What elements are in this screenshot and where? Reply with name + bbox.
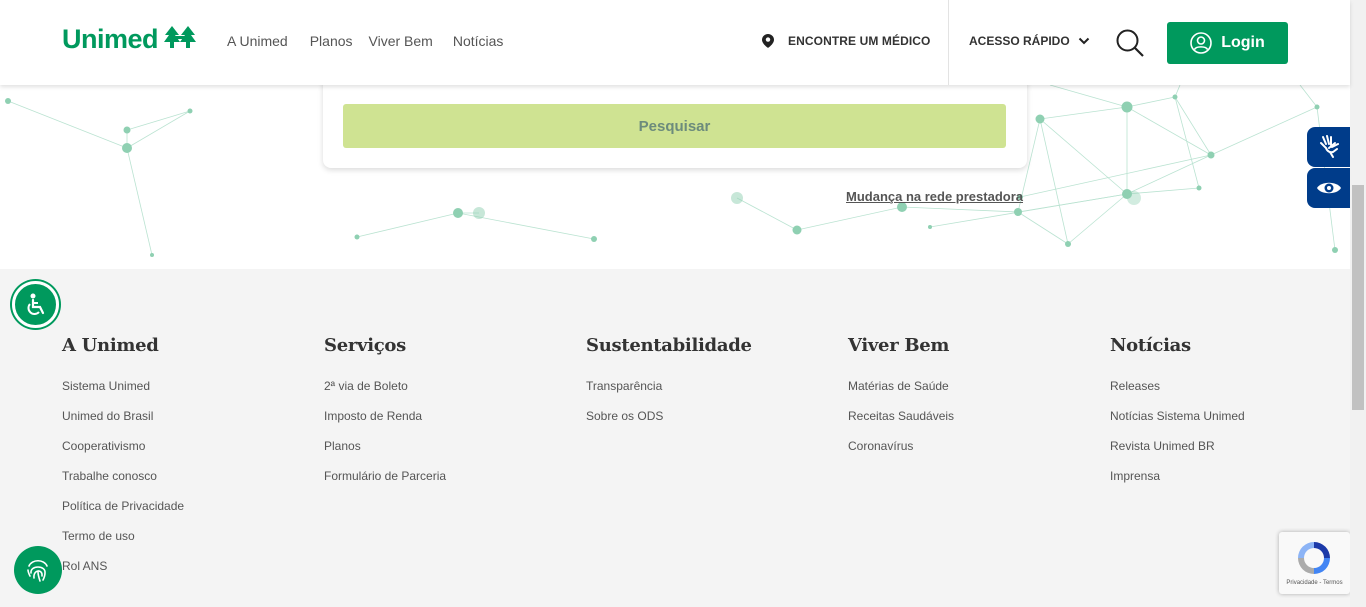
footer-link[interactable]: Revista Unimed BR: [1110, 438, 1245, 468]
recaptcha-icon: [1295, 539, 1333, 582]
quick-access-dropdown[interactable]: ACESSO RÁPIDO: [969, 34, 1090, 48]
footer-link[interactable]: Sistema Unimed: [62, 378, 184, 408]
user-icon: [1190, 32, 1213, 54]
chevron-down-icon: [1078, 37, 1090, 45]
fingerprint-icon[interactable]: [14, 546, 62, 594]
logo-text: Unimed: [62, 24, 159, 54]
nav-noticias[interactable]: Notícias: [453, 33, 504, 49]
footer-heading: A Unimed: [62, 335, 159, 356]
main-nav: A Unimed Planos Viver Bem Notícias: [227, 33, 525, 49]
footer-link[interactable]: Cooperativismo: [62, 438, 184, 468]
site-header: Unimed A Unimed Planos Viver Bem Notícia…: [0, 0, 1350, 85]
search-submit-button[interactable]: Pesquisar: [343, 104, 1006, 148]
footer-col-servicos: Serviços 2ª via de Boleto Imposto de Ren…: [324, 335, 446, 498]
footer-link[interactable]: Transparência: [586, 378, 752, 408]
footer-link[interactable]: Receitas Saudáveis: [848, 408, 954, 438]
recaptcha-text: Privacidade - Termos: [1286, 580, 1343, 586]
footer-link[interactable]: Rol ANS: [62, 558, 184, 588]
footer-heading: Viver Bem: [848, 335, 950, 356]
search-card: Pesquisar: [323, 75, 1027, 168]
footer-link[interactable]: Releases: [1110, 378, 1245, 408]
footer-link[interactable]: Planos: [324, 438, 446, 468]
footer-link[interactable]: Matérias de Saúde: [848, 378, 954, 408]
page-scrollbar[interactable]: [1350, 0, 1366, 607]
footer-heading: Notícias: [1110, 335, 1191, 356]
footer-link[interactable]: Política de Privacidade: [62, 498, 184, 528]
footer-link[interactable]: Imprensa: [1110, 468, 1245, 498]
footer-link[interactable]: 2ª via de Boleto: [324, 378, 446, 408]
footer-link[interactable]: Trabalhe conosco: [62, 468, 184, 498]
footer-col-sustentabilidade: Sustentabilidade Transparência Sobre os …: [586, 335, 752, 438]
nav-planos[interactable]: Planos: [310, 33, 353, 49]
footer-link[interactable]: Termo de uso: [62, 528, 184, 558]
footer-col-unimed: A Unimed Sistema Unimed Unimed do Brasil…: [62, 335, 184, 588]
footer-link[interactable]: Notícias Sistema Unimed: [1110, 408, 1245, 438]
login-label: Login: [1221, 34, 1265, 51]
login-button[interactable]: Login: [1167, 22, 1288, 64]
search-icon[interactable]: [1115, 28, 1145, 58]
footer-heading: Sustentabilidade: [586, 335, 752, 356]
accessibility-icon[interactable]: [12, 281, 59, 328]
footer-heading: Serviços: [324, 335, 406, 356]
find-doctor-link[interactable]: ENCONTRE UM MÉDICO: [762, 34, 930, 48]
footer-link[interactable]: Formulário de Parceria: [324, 468, 446, 498]
nav-viver-bem[interactable]: Viver Bem: [369, 33, 433, 49]
footer-link[interactable]: Sobre os ODS: [586, 408, 752, 438]
header-divider: [948, 0, 949, 85]
sign-language-icon[interactable]: [1307, 127, 1350, 167]
site-footer: A Unimed Sistema Unimed Unimed do Brasil…: [0, 269, 1350, 607]
find-doctor-label: ENCONTRE UM MÉDICO: [788, 34, 931, 48]
footer-col-viver-bem: Viver Bem Matérias de Saúde Receitas Sau…: [848, 335, 954, 468]
nav-a-unimed[interactable]: A Unimed: [227, 33, 288, 49]
map-pin-icon: [762, 34, 774, 48]
recaptcha-badge[interactable]: Privacidade - Termos: [1279, 532, 1350, 594]
unimed-logo[interactable]: Unimed: [62, 24, 197, 55]
footer-link[interactable]: Coronavírus: [848, 438, 954, 468]
footer-col-noticias: Notícias Releases Notícias Sistema Unime…: [1110, 335, 1245, 498]
footer-link[interactable]: Imposto de Renda: [324, 408, 446, 438]
scrollbar-thumb[interactable]: [1352, 185, 1364, 410]
tree-logo-icon: [164, 25, 197, 54]
footer-link[interactable]: Unimed do Brasil: [62, 408, 184, 438]
eye-icon[interactable]: [1307, 168, 1350, 208]
quick-access-label: ACESSO RÁPIDO: [969, 34, 1070, 48]
network-change-link[interactable]: Mudança na rede prestadora: [846, 189, 1023, 204]
